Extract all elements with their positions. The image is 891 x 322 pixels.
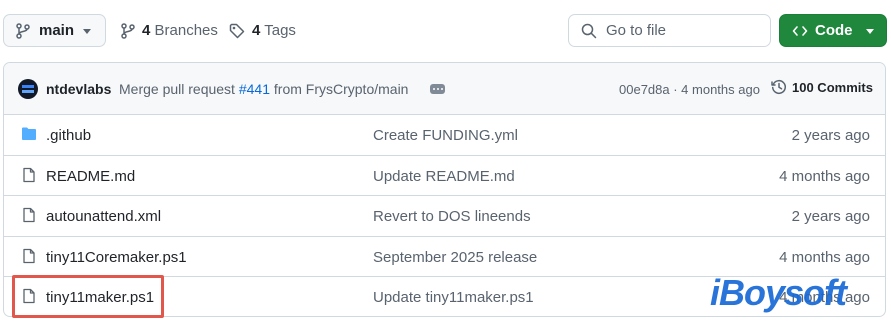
commits-count-label: 100 Commits xyxy=(792,79,873,95)
tag-icon xyxy=(229,23,245,38)
history-icon xyxy=(771,80,786,95)
file-name[interactable]: autounattend.xml xyxy=(46,208,161,225)
file-commit-message[interactable]: Revert to DOS lineends xyxy=(373,208,531,225)
table-row[interactable]: README.md Update README.md 4 months ago xyxy=(4,156,885,196)
tags-link[interactable]: 4 Tags xyxy=(229,22,296,39)
file-icon xyxy=(23,167,35,182)
avatar[interactable] xyxy=(18,79,38,99)
file-icon xyxy=(23,207,35,223)
table-row[interactable]: tiny11Coremaker.ps1 September 2025 relea… xyxy=(4,237,885,277)
folder-icon xyxy=(22,127,36,140)
commit-message-post: from FrysCrypto/main xyxy=(270,81,409,97)
file-name[interactable]: README.md xyxy=(46,168,135,185)
latest-commit-bar: ntdevlabs Merge pull request #441 from F… xyxy=(4,63,885,115)
branches-link[interactable]: 4 Branches xyxy=(121,22,218,39)
commit-message[interactable]: Merge pull request #441 from FrysCrypto/… xyxy=(119,81,408,97)
repo-toolbar: main 4 Branches 4 Tags Go to file Code xyxy=(0,0,891,62)
go-to-file-placeholder: Go to file xyxy=(606,22,667,39)
chevron-down-icon xyxy=(866,29,874,34)
tags-count: 4 xyxy=(252,22,261,39)
git-branch-icon xyxy=(121,22,135,39)
file-icon xyxy=(23,288,35,304)
watermark-logo: iBoysoft xyxy=(710,272,847,313)
ellipsis-icon[interactable] xyxy=(430,84,445,94)
commit-sha-time[interactable]: 00e7d8a · 4 months ago xyxy=(619,82,760,97)
branches-label: Branches xyxy=(154,22,218,39)
file-commit-message[interactable]: September 2025 release xyxy=(373,249,537,266)
pull-request-link[interactable]: #441 xyxy=(239,81,270,97)
file-commit-message[interactable]: Create FUNDING.yml xyxy=(373,127,518,144)
code-label: Code xyxy=(815,22,853,39)
tags-label: Tags xyxy=(264,22,296,39)
file-date: 4 months ago xyxy=(779,248,870,266)
search-icon xyxy=(581,23,597,38)
chevron-down-icon xyxy=(83,29,91,34)
file-icon xyxy=(23,248,35,263)
branch-name: main xyxy=(39,22,75,39)
file-commit-message[interactable]: Update README.md xyxy=(373,168,515,185)
file-date: 4 months ago xyxy=(779,167,870,185)
file-commit-message[interactable]: Update tiny11maker.ps1 xyxy=(373,289,534,306)
table-row[interactable]: autounattend.xml Revert to DOS lineends … xyxy=(4,196,885,237)
git-branch-icon xyxy=(16,22,30,39)
code-button[interactable]: Code xyxy=(779,14,887,47)
file-name[interactable]: tiny11Coremaker.ps1 xyxy=(46,249,187,266)
file-date: 2 years ago xyxy=(791,208,870,225)
code-icon xyxy=(792,25,808,36)
file-name[interactable]: tiny11maker.ps1 xyxy=(46,289,154,306)
branches-count: 4 xyxy=(142,22,151,39)
branch-selector-button[interactable]: main xyxy=(3,14,106,47)
file-name[interactable]: .github xyxy=(46,127,91,144)
commit-author[interactable]: ntdevlabs xyxy=(46,81,111,97)
commits-count-link[interactable]: 100 Commits xyxy=(771,79,873,95)
commit-message-pre: Merge pull request xyxy=(119,81,239,97)
table-row[interactable]: .github Create FUNDING.yml 2 years ago xyxy=(4,115,885,156)
file-date: 2 years ago xyxy=(791,127,870,144)
go-to-file-input[interactable]: Go to file xyxy=(568,14,771,47)
